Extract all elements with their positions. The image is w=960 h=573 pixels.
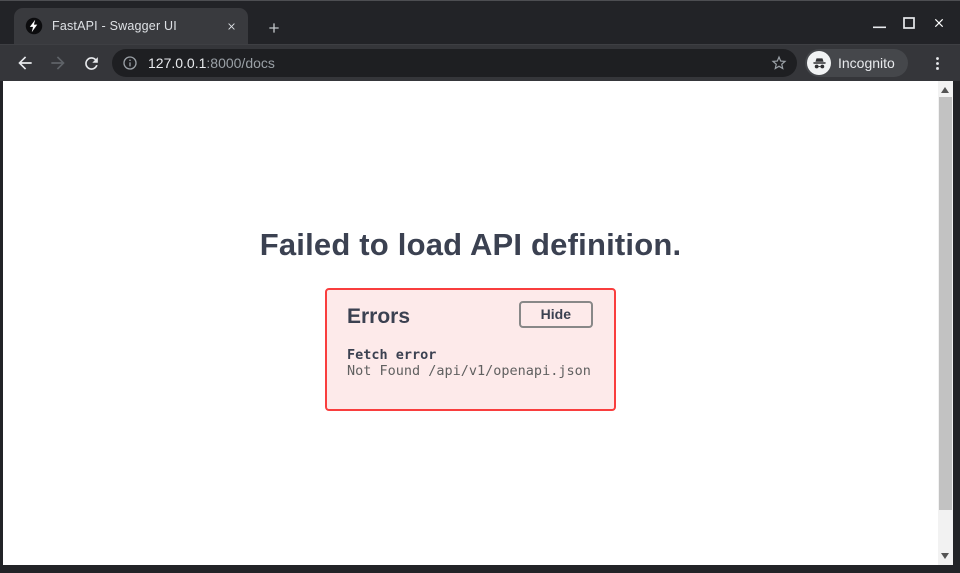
close-window-button[interactable] xyxy=(924,8,954,38)
browser-tab[interactable]: FastAPI - Swagger UI xyxy=(14,8,248,44)
url-text[interactable]: 127.0.0.1:8000/docs xyxy=(148,55,275,71)
forward-arrow-icon[interactable] xyxy=(47,52,69,74)
browser-toolbar: 127.0.0.1:8000/docs Incognito xyxy=(0,44,960,81)
error-item-message: Not Found /api/v1/openapi.json xyxy=(347,363,591,379)
hide-errors-button[interactable]: Hide xyxy=(519,301,593,328)
scroll-up-icon[interactable] xyxy=(941,87,949,93)
reload-icon[interactable] xyxy=(80,52,102,74)
errors-panel: Errors Hide Fetch error Not Found /api/v… xyxy=(325,288,616,411)
page-info-icon[interactable] xyxy=(122,55,138,71)
new-tab-button[interactable] xyxy=(263,17,285,39)
window-controls xyxy=(864,7,954,39)
incognito-label: Incognito xyxy=(838,55,895,71)
error-item: Fetch error Not Found /api/v1/openapi.js… xyxy=(347,347,591,379)
tab-title: FastAPI - Swagger UI xyxy=(52,19,222,33)
maximize-button[interactable] xyxy=(894,8,924,38)
errors-panel-title: Errors xyxy=(347,305,410,329)
incognito-badge[interactable]: Incognito xyxy=(805,49,908,77)
url-bar[interactable]: 127.0.0.1:8000/docs xyxy=(112,49,797,77)
url-host: 127.0.0.1 xyxy=(148,55,206,71)
back-arrow-icon[interactable] xyxy=(14,52,36,74)
page-scrollbar[interactable] xyxy=(938,81,953,565)
page-heading: Failed to load API definition. xyxy=(3,227,938,263)
error-item-title: Fetch error xyxy=(347,347,591,363)
minimize-button[interactable] xyxy=(864,8,894,38)
browser-window: FastAPI - Swagger UI xyxy=(0,0,960,573)
incognito-icon xyxy=(807,51,831,75)
titlebar: FastAPI - Swagger UI xyxy=(0,1,960,44)
star-icon[interactable] xyxy=(769,53,789,73)
tab-close-icon[interactable] xyxy=(222,17,240,35)
page-content: Failed to load API definition. Errors Hi… xyxy=(3,81,938,565)
fastapi-lightning-icon xyxy=(25,17,43,35)
url-path: :8000/docs xyxy=(206,55,275,71)
kebab-menu-icon[interactable] xyxy=(926,52,948,74)
scrollbar-thumb[interactable] xyxy=(939,97,952,510)
scroll-down-icon[interactable] xyxy=(941,553,949,559)
